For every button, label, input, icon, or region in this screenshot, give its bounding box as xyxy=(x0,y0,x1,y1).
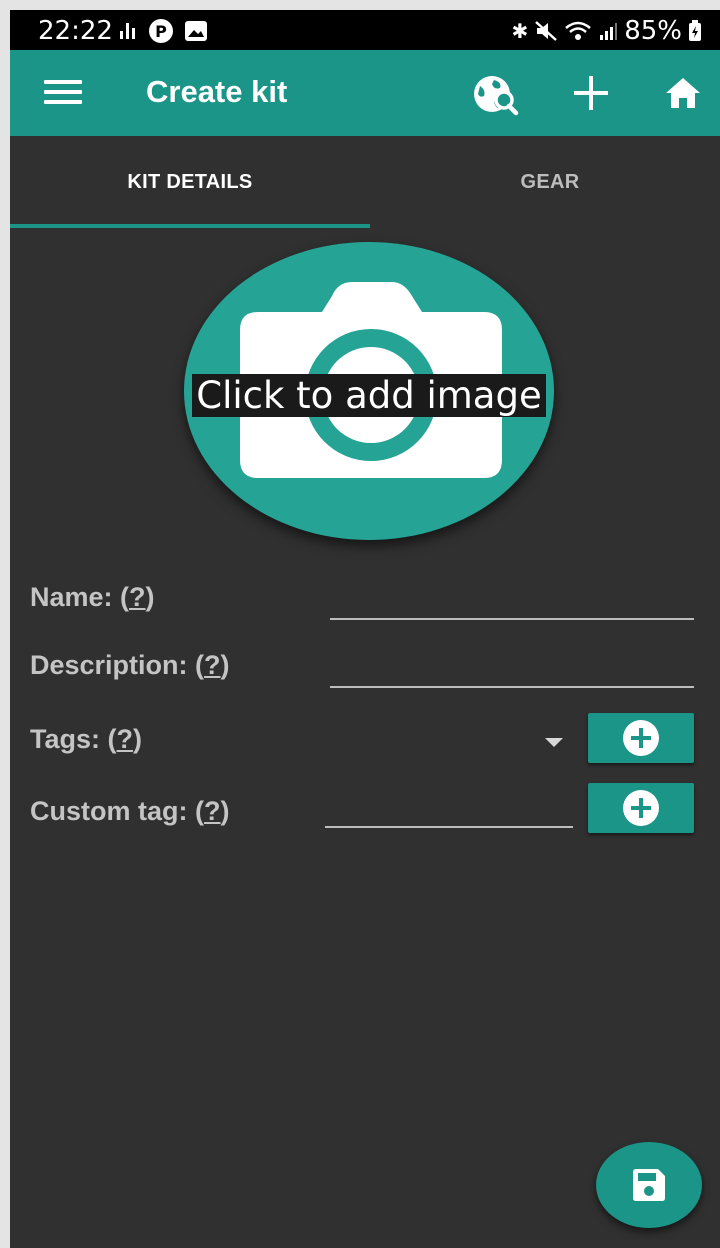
add-tag-button[interactable] xyxy=(588,713,694,763)
tab-kit-details[interactable]: KIT DETAILS xyxy=(10,136,370,228)
tab-gear[interactable]: GEAR xyxy=(370,136,720,228)
wifi-icon xyxy=(565,21,592,40)
battery-charging-icon xyxy=(689,20,701,41)
help-link[interactable]: ? xyxy=(204,650,221,680)
status-right: ✱ 85% xyxy=(511,16,702,46)
plus-icon[interactable] xyxy=(572,74,610,112)
cell-signal-icon xyxy=(600,23,618,40)
custom-tag-field[interactable] xyxy=(325,792,573,828)
status-left-icons: P xyxy=(118,18,208,44)
phone-screen: 22:22 P ✱ 85% Create kit KIT DETAILS GEA… xyxy=(10,10,720,1248)
help-link[interactable]: ? xyxy=(117,724,134,754)
globe-search-icon[interactable] xyxy=(472,72,520,116)
page-title: Create kit xyxy=(146,74,288,109)
app-bar: Create kit xyxy=(10,50,720,136)
name-field[interactable] xyxy=(330,584,694,620)
description-label: Description: (?) xyxy=(30,650,230,680)
signal-activity-icon xyxy=(120,23,135,39)
tab-indicator xyxy=(10,224,370,228)
custom-tag-label: Custom tag: (?) xyxy=(30,796,230,826)
mute-icon xyxy=(535,21,558,41)
description-field[interactable] xyxy=(330,652,694,688)
bluetooth-icon: ✱ xyxy=(511,19,529,43)
menu-icon[interactable] xyxy=(44,80,82,106)
status-bar: 22:22 P ✱ 85% xyxy=(10,10,720,50)
gallery-icon xyxy=(185,21,207,41)
save-button[interactable] xyxy=(596,1142,702,1228)
tags-label: Tags: (?) xyxy=(30,724,143,754)
app-notification-icon: P xyxy=(149,19,173,43)
add-image-button[interactable]: Click to add image xyxy=(184,242,554,540)
tab-bar: KIT DETAILS GEAR xyxy=(10,136,720,228)
home-icon[interactable] xyxy=(664,76,702,110)
tags-dropdown-arrow-icon[interactable] xyxy=(545,738,563,747)
svg-text:P: P xyxy=(155,22,167,41)
help-link[interactable]: ? xyxy=(204,796,221,826)
help-link[interactable]: ? xyxy=(129,582,146,612)
add-circle-icon xyxy=(623,790,659,826)
save-icon xyxy=(633,1169,665,1201)
image-caption: Click to add image xyxy=(184,373,554,419)
add-circle-icon xyxy=(623,720,659,756)
add-custom-tag-button[interactable] xyxy=(588,783,694,833)
name-label: Name: (?) xyxy=(30,582,155,612)
status-time: 22:22 xyxy=(38,16,113,46)
battery-percent: 85% xyxy=(624,16,682,46)
